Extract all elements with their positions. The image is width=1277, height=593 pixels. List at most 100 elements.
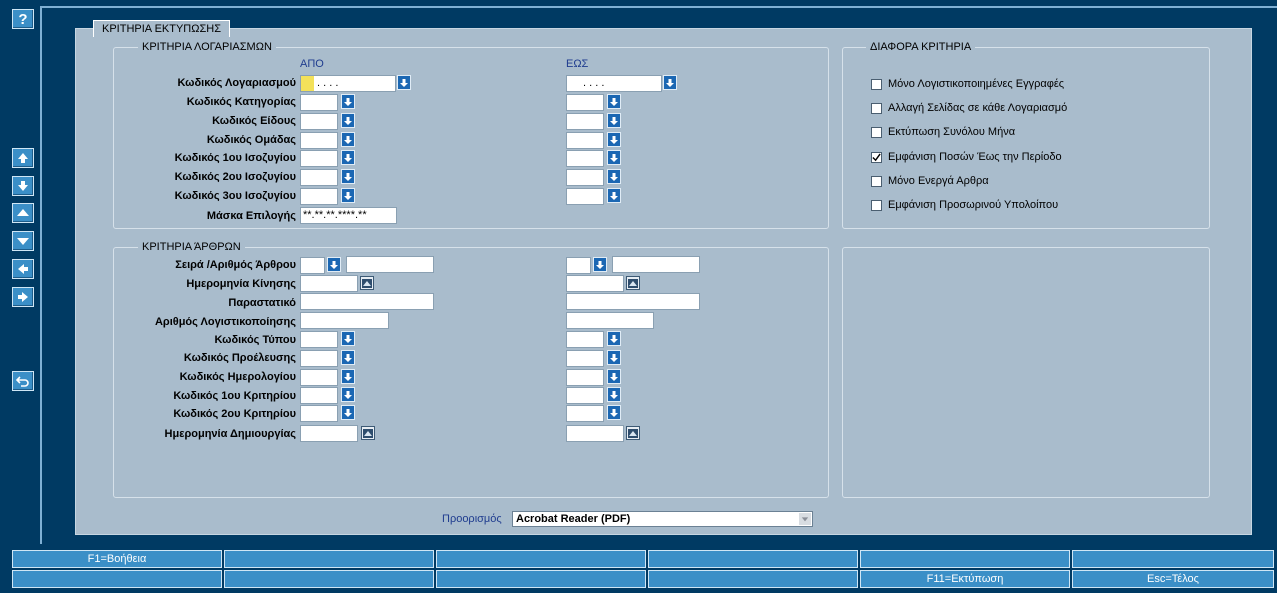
creation-date-to-calendar-button[interactable]	[626, 426, 640, 440]
show-temporary-balance-checkbox[interactable]	[871, 199, 882, 211]
trial-balance-3-to-lov-button[interactable]	[607, 188, 621, 203]
active-articles-only-option[interactable]: Μόνο Ενεργά Αρθρα	[871, 175, 989, 187]
movement-date-from-calendar-button[interactable]	[360, 276, 374, 290]
first-record-button[interactable]	[12, 148, 34, 168]
category-code-to-input[interactable]	[566, 94, 604, 111]
function-key-empty[interactable]	[648, 570, 858, 588]
trial-balance-3-from-input[interactable]	[300, 188, 338, 205]
show-temporary-balance-option[interactable]: Εμφάνιση Προσωρινού Υπολοίπου	[871, 199, 1058, 211]
article-type-code-from-input[interactable]	[300, 331, 338, 348]
trial-balance-1-from-input[interactable]	[300, 150, 338, 167]
page-break-per-account-option[interactable]: Αλλαγή Σελίδας σε κάθε Λογαριασμό	[871, 102, 1067, 114]
trial-balance-1-to-lov-button[interactable]	[607, 150, 621, 165]
article-type-code-from-lov-button[interactable]	[341, 331, 355, 346]
document-to-input[interactable]	[566, 293, 700, 310]
function-key-empty[interactable]	[436, 550, 646, 568]
criterion-1-from-lov-button[interactable]	[341, 387, 355, 402]
category-code-to-lov-button[interactable]	[607, 94, 621, 109]
article-series-from-lov-button[interactable]	[327, 257, 341, 272]
account-code-from-input[interactable]: . . . .	[300, 75, 396, 92]
function-key-empty[interactable]	[648, 550, 858, 568]
selection-mask-input[interactable]: **.**.**.****.**	[300, 207, 397, 224]
active-articles-only-checkbox[interactable]	[871, 175, 882, 187]
trial-balance-1-to-input[interactable]	[566, 150, 604, 167]
help-button[interactable]: ?	[12, 9, 34, 29]
posting-number-to-input[interactable]	[566, 312, 654, 329]
posted-entries-only-option[interactable]: Μόνο Λογιστικοποιημένες Εγγραφές	[871, 78, 1064, 90]
article-series-from-input[interactable]	[300, 257, 325, 274]
criterion-1-from-input[interactable]	[300, 387, 338, 404]
origin-code-from-input[interactable]	[300, 350, 338, 367]
function-key-empty[interactable]	[436, 570, 646, 588]
trial-balance-2-from-input[interactable]	[300, 169, 338, 186]
posted-entries-only-checkbox[interactable]	[871, 78, 882, 90]
criterion-2-to-lov-button[interactable]	[607, 405, 621, 420]
next-page-button[interactable]	[12, 287, 34, 307]
criterion-2-to-input[interactable]	[566, 405, 604, 422]
last-record-button[interactable]	[12, 176, 34, 196]
article-number-to-input[interactable]	[612, 256, 700, 273]
trial-balance-3-from-lov-button[interactable]	[341, 188, 355, 203]
origin-code-from-lov-button[interactable]	[341, 350, 355, 365]
article-type-code-to-lov-button[interactable]	[607, 331, 621, 346]
trial-balance-2-from-lov-button[interactable]	[341, 169, 355, 184]
origin-code-to-lov-button[interactable]	[607, 350, 621, 365]
destination-select[interactable]: Acrobat Reader (PDF)	[512, 511, 813, 527]
movement-date-to-calendar-button[interactable]	[626, 276, 640, 290]
journal-code-from-lov-button[interactable]	[341, 369, 355, 384]
back-button[interactable]	[12, 371, 34, 391]
type-code-from-input[interactable]	[300, 113, 338, 130]
trial-balance-1-from-lov-button[interactable]	[341, 150, 355, 165]
article-series-to-lov-button[interactable]	[593, 257, 607, 272]
movement-date-to-input[interactable]	[566, 275, 624, 292]
print-criteria-tab[interactable]: ΚΡΙΤΗΡΙΑ ΕΚΤΥΠΩΣΗΣ	[93, 20, 231, 37]
previous-page-button[interactable]	[12, 259, 34, 279]
esc-exit-key[interactable]: Esc=Τέλος	[1072, 570, 1274, 588]
trial-balance-2-to-lov-button[interactable]	[607, 169, 621, 184]
type-code-from-lov-button[interactable]	[341, 113, 355, 128]
group-code-from-lov-button[interactable]	[341, 132, 355, 147]
article-series-to-input[interactable]	[566, 257, 591, 274]
f11-print-key[interactable]: F11=Εκτύπωση	[860, 570, 1070, 588]
origin-code-to-input[interactable]	[566, 350, 604, 367]
article-number-from-input[interactable]	[346, 256, 434, 273]
group-code-to-input[interactable]	[566, 132, 604, 149]
criterion-2-from-lov-button[interactable]	[341, 405, 355, 420]
movement-date-from-input[interactable]	[300, 275, 358, 292]
account-code-to-lov-button[interactable]	[663, 75, 677, 90]
function-key-empty[interactable]	[860, 550, 1070, 568]
print-month-total-checkbox[interactable]	[871, 126, 882, 138]
criterion-1-to-lov-button[interactable]	[607, 387, 621, 402]
account-code-to-input[interactable]: . . . .	[566, 75, 662, 92]
f1-help-key[interactable]: F1=Βοήθεια	[12, 550, 222, 568]
function-key-empty[interactable]	[224, 550, 434, 568]
article-type-code-to-input[interactable]	[566, 331, 604, 348]
trial-balance-2-to-input[interactable]	[566, 169, 604, 186]
trial-balance-3-to-input[interactable]	[566, 188, 604, 205]
function-key-empty[interactable]	[12, 570, 222, 588]
print-month-total-option[interactable]: Εκτύπωση Συνόλου Μήνα	[871, 126, 1015, 138]
show-amounts-to-period-checkbox[interactable]	[871, 151, 882, 163]
account-code-from-lov-button[interactable]	[397, 75, 411, 90]
category-code-from-lov-button[interactable]	[341, 94, 355, 109]
creation-date-from-input[interactable]	[300, 425, 358, 442]
next-record-button[interactable]	[12, 231, 34, 251]
creation-date-from-calendar-button[interactable]	[361, 426, 375, 440]
category-code-from-input[interactable]	[300, 94, 338, 111]
criterion-1-to-input[interactable]	[566, 387, 604, 404]
criterion-2-from-input[interactable]	[300, 405, 338, 422]
type-code-to-input[interactable]	[566, 113, 604, 130]
show-amounts-to-period-option[interactable]: Εμφάνιση Ποσών Έως την Περίοδο	[871, 151, 1062, 163]
function-key-empty[interactable]	[1072, 550, 1274, 568]
group-code-to-lov-button[interactable]	[607, 132, 621, 147]
journal-code-from-input[interactable]	[300, 369, 338, 386]
type-code-to-lov-button[interactable]	[607, 113, 621, 128]
creation-date-to-input[interactable]	[566, 425, 624, 442]
page-break-per-account-checkbox[interactable]	[871, 102, 882, 114]
previous-record-button[interactable]	[12, 203, 34, 223]
function-key-empty[interactable]	[224, 570, 434, 588]
chevron-down-icon[interactable]	[799, 513, 811, 525]
document-from-input[interactable]	[300, 293, 434, 310]
group-code-from-input[interactable]	[300, 132, 338, 149]
posting-number-from-input[interactable]	[300, 312, 389, 329]
